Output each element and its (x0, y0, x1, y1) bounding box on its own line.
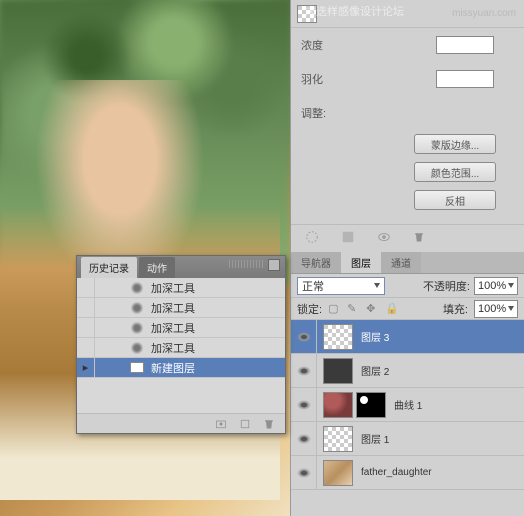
chevron-down-icon (508, 306, 514, 311)
chevron-down-icon (374, 283, 380, 288)
adjustment-thumb[interactable] (323, 392, 353, 418)
tab-actions[interactable]: 动作 (139, 257, 175, 278)
history-list: 加深工具 加深工具 加深工具 加深工具 ▸新建图层 (77, 278, 285, 432)
layer-row[interactable]: 图层 1 (291, 422, 524, 456)
watermark-text: 末迭样感像设计论坛 (305, 3, 404, 19)
blend-mode-select[interactable]: 正常 (297, 277, 385, 295)
visibility-toggle[interactable] (291, 456, 317, 489)
eye-icon (297, 332, 311, 342)
history-item[interactable]: 加深工具 (77, 338, 285, 358)
history-panel: 历史记录 动作 加深工具 加深工具 加深工具 加深工具 ▸新建图层 (76, 255, 286, 434)
delete-state-icon[interactable] (263, 418, 275, 430)
layer-row[interactable]: 曲线 1 (291, 388, 524, 422)
fill-label: 填充: (443, 301, 468, 317)
feather-label: 羽化 (301, 71, 351, 87)
feather-input[interactable] (436, 70, 494, 88)
invert-button[interactable]: 反相 (414, 190, 496, 210)
mask-panel: 浓度 羽化 调整: 蒙版边缘... 颜色范围... 反相 (290, 0, 524, 252)
density-input[interactable] (436, 36, 494, 54)
history-item[interactable]: 加深工具 (77, 278, 285, 298)
adjust-label: 调整: (301, 105, 351, 121)
disable-mask-icon[interactable] (377, 230, 391, 244)
eye-icon (297, 400, 311, 410)
density-label: 浓度 (301, 37, 351, 53)
layer-thumb[interactable] (323, 426, 353, 452)
eye-icon (297, 468, 311, 478)
tab-history[interactable]: 历史记录 (81, 257, 137, 278)
layer-row[interactable]: 图层 3 (291, 320, 524, 354)
panel-menu-icon[interactable] (268, 259, 280, 271)
new-state-icon[interactable] (239, 418, 251, 430)
layer-thumb[interactable] (323, 358, 353, 384)
tab-channels[interactable]: 通道 (381, 252, 421, 273)
burn-tool-icon (130, 322, 144, 334)
opacity-label: 不透明度: (423, 278, 470, 294)
layer-row[interactable]: 图层 2 (291, 354, 524, 388)
layer-row[interactable]: father_daughter (291, 456, 524, 490)
visibility-toggle[interactable] (291, 354, 317, 387)
tab-layers[interactable]: 图层 (341, 252, 381, 273)
history-item[interactable]: 加深工具 (77, 318, 285, 338)
new-snapshot-icon[interactable] (215, 418, 227, 430)
color-range-button[interactable]: 颜色范围... (414, 162, 496, 182)
burn-tool-icon (130, 302, 144, 314)
burn-tool-icon (130, 342, 144, 354)
lock-pixels-icon[interactable]: ✎ (347, 302, 360, 315)
apply-mask-icon[interactable] (341, 230, 355, 244)
eye-icon (297, 366, 311, 376)
mask-edge-button[interactable]: 蒙版边缘... (414, 134, 496, 154)
lock-position-icon[interactable]: ✥ (366, 302, 379, 315)
visibility-toggle[interactable] (291, 388, 317, 421)
watermark-url: missyuan.com (452, 8, 516, 19)
tab-navigator[interactable]: 导航器 (291, 252, 341, 273)
visibility-toggle[interactable] (291, 422, 317, 455)
lock-transparent-icon[interactable]: ▢ (328, 302, 341, 315)
layer-thumb[interactable] (323, 460, 353, 486)
history-item[interactable]: ▸新建图层 (77, 358, 285, 378)
delete-mask-icon[interactable] (413, 231, 425, 243)
history-current-marker: ▸ (77, 358, 95, 377)
layers-panel: 导航器 图层 通道 正常 不透明度: 100% 锁定: ▢ ✎ ✥ 🔒 填充: … (290, 252, 524, 516)
chevron-down-icon (508, 283, 514, 288)
fill-input[interactable]: 100% (474, 300, 518, 318)
visibility-toggle[interactable] (291, 320, 317, 353)
mask-thumb[interactable] (356, 392, 386, 418)
history-item[interactable]: 加深工具 (77, 298, 285, 318)
eye-icon (297, 434, 311, 444)
new-layer-icon (130, 362, 144, 373)
burn-tool-icon (130, 282, 144, 294)
layer-thumb[interactable] (323, 324, 353, 350)
load-selection-icon[interactable] (305, 230, 319, 244)
panel-grip-icon[interactable] (229, 260, 263, 268)
opacity-input[interactable]: 100% (474, 277, 518, 295)
lock-all-icon[interactable]: 🔒 (385, 302, 398, 315)
lock-label: 锁定: (297, 301, 322, 317)
